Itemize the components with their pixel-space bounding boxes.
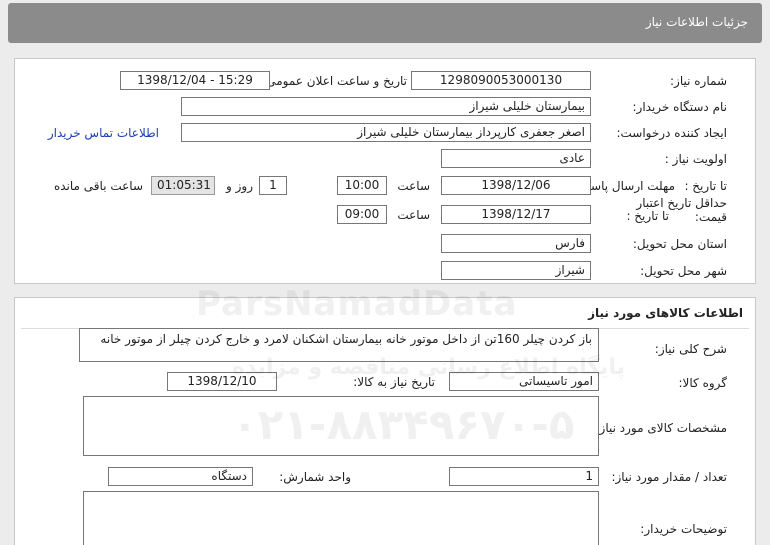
send-to-date-label: تا تاریخ : [684, 179, 727, 193]
qty-field: 1 [449, 467, 599, 486]
province-field: فارس [441, 234, 591, 253]
city-field: شیراز [441, 261, 591, 280]
unit-field: دستگاه [108, 467, 253, 486]
send-date-field: 1398/12/06 [441, 176, 591, 195]
group-field: امور تاسیساتی [449, 372, 599, 391]
send-deadline-label: مهلت ارسال پاسخ: [579, 179, 675, 193]
send-time-field: 10:00 [337, 176, 387, 195]
remaining-time-field: 01:05:31 [151, 176, 215, 195]
city-label: شهر محل تحویل: [640, 264, 727, 278]
summary-field: باز کردن چیلر 160تن از داخل موتور خانه ب… [79, 328, 599, 362]
priority-label: اولویت نیاز : [664, 152, 727, 166]
specs-label: مشخصات کالای مورد نیاز: [595, 421, 727, 435]
buyer-contact-link[interactable]: اطلاعات تماس خریدار [48, 126, 159, 140]
buyer-notes-label: توضیحات خریدار: [640, 522, 727, 536]
specs-field [83, 396, 599, 456]
province-label: استان محل تحویل: [632, 237, 727, 251]
need-number-field: 1298090053000130 [411, 71, 591, 90]
need-date-label: تاریخ نیاز به کالا: [353, 375, 435, 389]
need-number-label: شماره نیاز: [670, 74, 727, 88]
need-date-field: 1398/12/10 [167, 372, 277, 391]
remaining-label: ساعت باقی مانده [53, 179, 143, 193]
goods-section-title: اطلاعات کالاهای مورد نیاز [588, 306, 743, 320]
need-info-panel: شماره نیاز: 1298090053000130 تاریخ و ساع… [14, 58, 756, 284]
validity-date-field: 1398/12/17 [441, 205, 591, 224]
unit-label: واحد شمارش: [279, 470, 351, 484]
page-title: جزئیات اطلاعات نیاز [645, 15, 748, 29]
goods-panel: اطلاعات کالاهای مورد نیاز شرح کلی نیاز: … [14, 297, 756, 545]
buyer-org-label: نام دستگاه خریدار: [632, 100, 728, 114]
page-header: جزئیات اطلاعات نیاز [8, 3, 762, 43]
validity-to-date-label: تا تاریخ : [626, 209, 669, 223]
qty-label: تعداد / مقدار مورد نیاز: [611, 470, 727, 484]
buyer-notes-field [83, 491, 599, 545]
group-label: گروه کالا: [678, 376, 728, 390]
days-and-label: روز و [226, 179, 253, 193]
summary-label: شرح کلی نیاز: [654, 342, 727, 356]
requester-label: ایجاد کننده درخواست: [616, 126, 727, 140]
days-field: 1 [259, 176, 287, 195]
announce-field: 1398/12/04 - 15:29 [120, 71, 270, 90]
validity-time-field: 09:00 [337, 205, 387, 224]
buyer-org-field: بیمارستان خلیلی شیراز [181, 97, 591, 116]
announce-label: تاریخ و ساعت اعلان عمومی: [262, 74, 407, 88]
send-time-label: ساعت [397, 179, 430, 193]
validity-time-label: ساعت [397, 208, 430, 222]
requester-field: اصغر جعفری کارپرداز بیمارستان خلیلی شیرا… [181, 123, 591, 142]
priority-field: عادی [441, 149, 591, 168]
